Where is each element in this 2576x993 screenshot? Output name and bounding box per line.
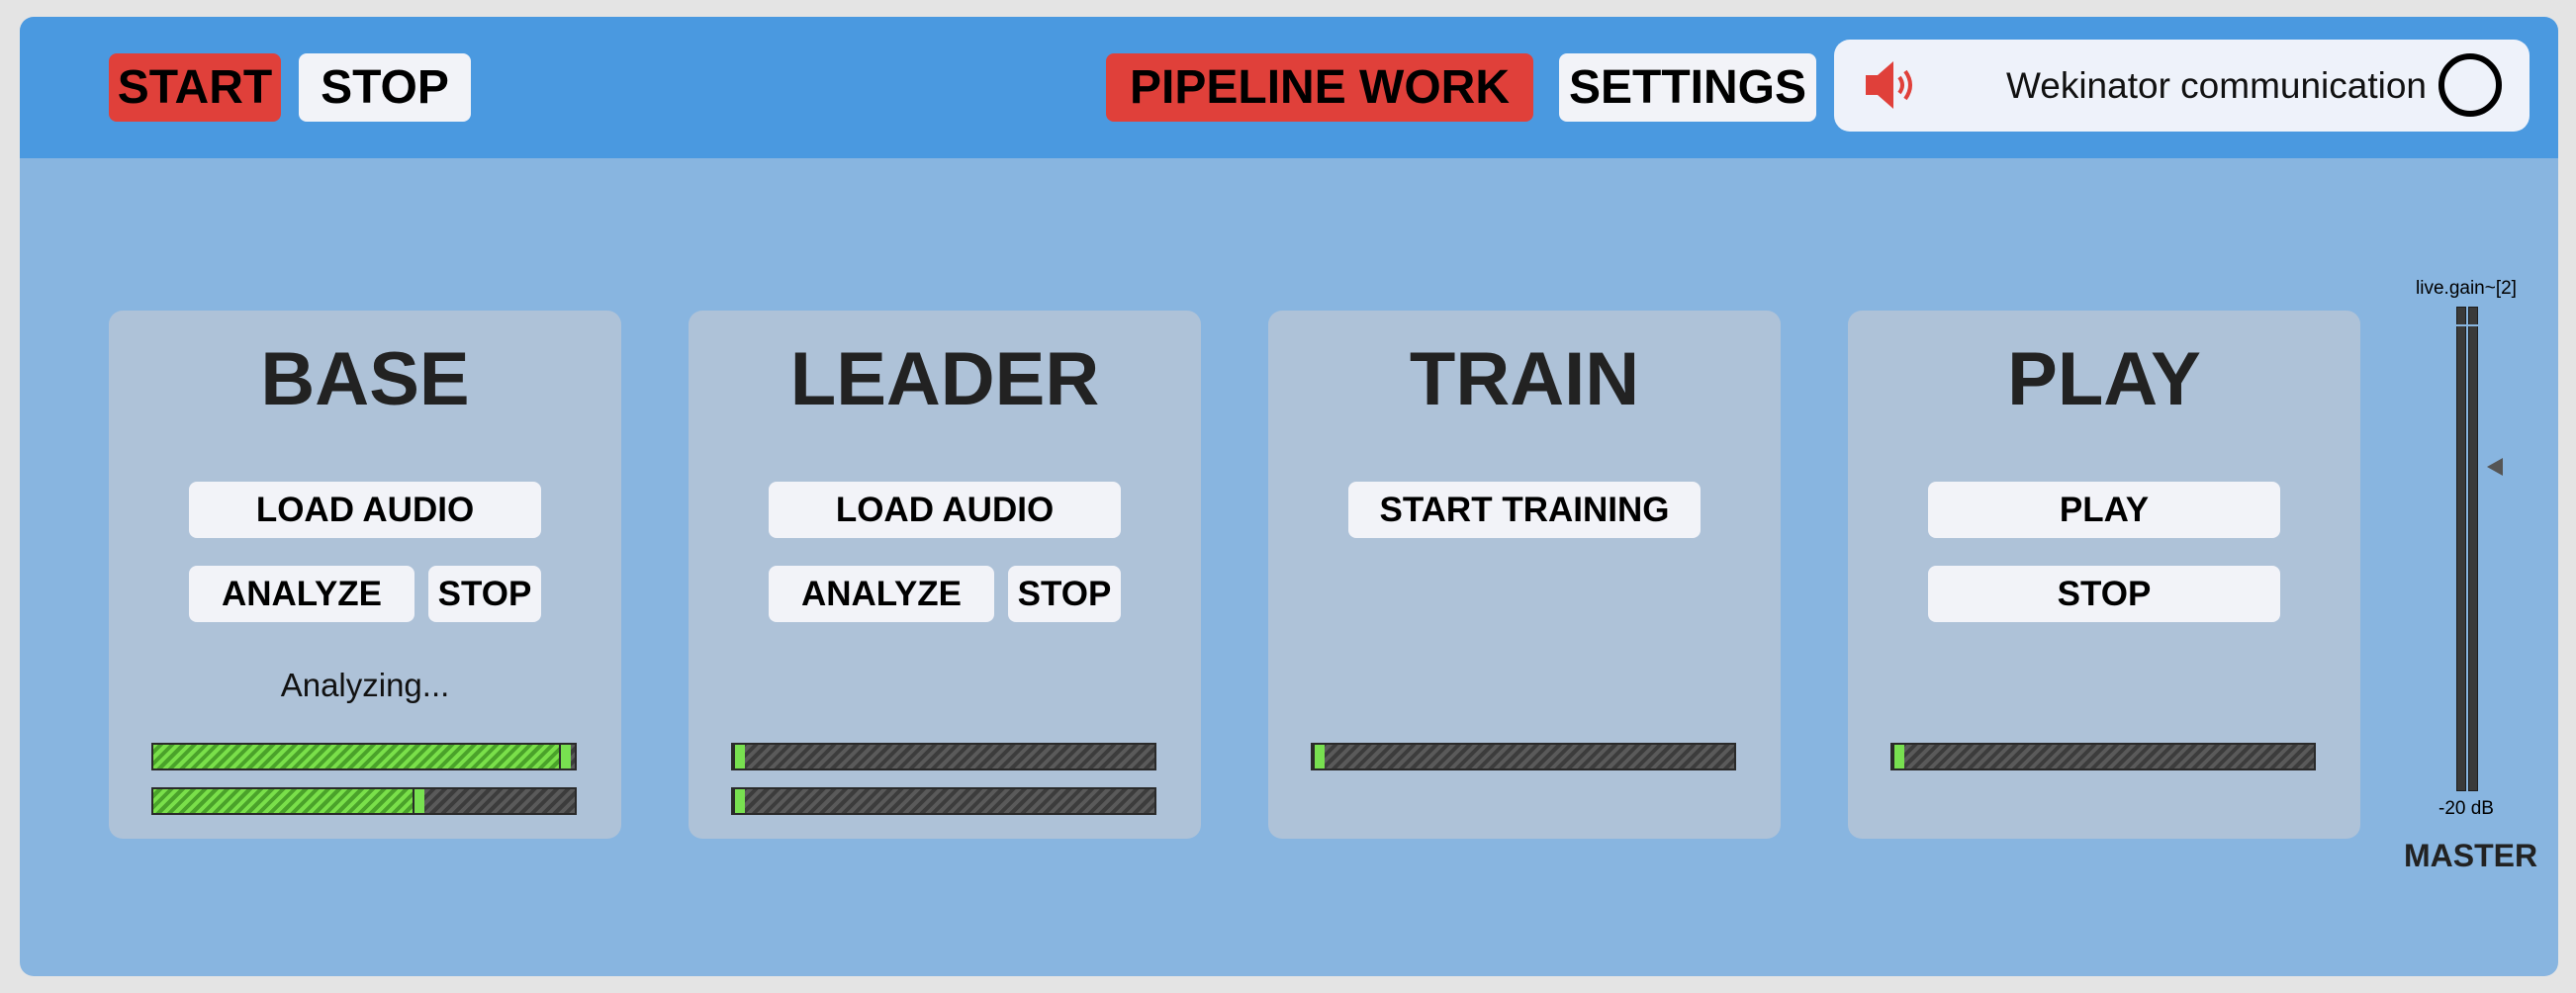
- start-button[interactable]: START: [109, 53, 281, 122]
- circle-status-icon: [2438, 53, 2502, 117]
- train-title: TRAIN: [1409, 337, 1640, 421]
- base-analyze-button[interactable]: ANALYZE: [189, 566, 414, 622]
- wekinator-label: Wekinator communication: [2006, 65, 2427, 106]
- stop-button[interactable]: STOP: [299, 53, 471, 122]
- speaker-icon[interactable]: [1862, 57, 1923, 113]
- train-progress-bar: [1311, 743, 1736, 770]
- gain-db-label: -20 dB: [2438, 798, 2494, 819]
- gain-meter-divider: [2456, 324, 2478, 326]
- start-training-button[interactable]: START TRAINING: [1348, 482, 1701, 538]
- gain-object-name: live.gain~[2]: [2416, 278, 2517, 299]
- play-panel: PLAY PLAY STOP: [1848, 311, 2360, 839]
- gain-meter-right: [2468, 307, 2478, 791]
- leader-progress-bar-1: [731, 743, 1156, 770]
- gain-handle-icon[interactable]: [2487, 458, 2503, 476]
- base-panel: BASE LOAD AUDIO ANALYZE STOP Analyzing..…: [109, 311, 621, 839]
- base-stop-button[interactable]: STOP: [428, 566, 541, 622]
- wekinator-communication-box: Wekinator communication: [1834, 40, 2530, 132]
- base-status-text: Analyzing...: [280, 667, 450, 703]
- base-progress-bar-2: [151, 787, 577, 815]
- gain-meter-left: [2456, 307, 2466, 791]
- leader-stop-button[interactable]: STOP: [1008, 566, 1121, 622]
- settings-button[interactable]: SETTINGS: [1559, 53, 1816, 122]
- play-progress-bar: [1890, 743, 2316, 770]
- leader-progress-bar-2: [731, 787, 1156, 815]
- play-stop-button[interactable]: STOP: [1928, 566, 2280, 622]
- base-progress-bar-1: [151, 743, 577, 770]
- leader-title: LEADER: [789, 337, 1100, 421]
- master-label: MASTER: [2404, 838, 2538, 873]
- app-window: START STOP PIPELINE WORK SETTINGS Wekina…: [20, 17, 2558, 976]
- pipeline-work-button[interactable]: PIPELINE WORK: [1106, 53, 1533, 122]
- leader-analyze-button[interactable]: ANALYZE: [769, 566, 994, 622]
- train-panel: TRAIN START TRAINING: [1268, 311, 1781, 839]
- leader-panel: LEADER LOAD AUDIO ANALYZE STOP: [689, 311, 1201, 839]
- play-button[interactable]: PLAY: [1928, 482, 2280, 538]
- play-title: PLAY: [2007, 337, 2201, 421]
- master-gain-slider[interactable]: [2456, 307, 2478, 791]
- leader-load-audio-button[interactable]: LOAD AUDIO: [769, 482, 1121, 538]
- top-toolbar: START STOP PIPELINE WORK SETTINGS Wekina…: [20, 17, 2558, 158]
- base-load-audio-button[interactable]: LOAD AUDIO: [189, 482, 541, 538]
- base-title: BASE: [260, 337, 470, 421]
